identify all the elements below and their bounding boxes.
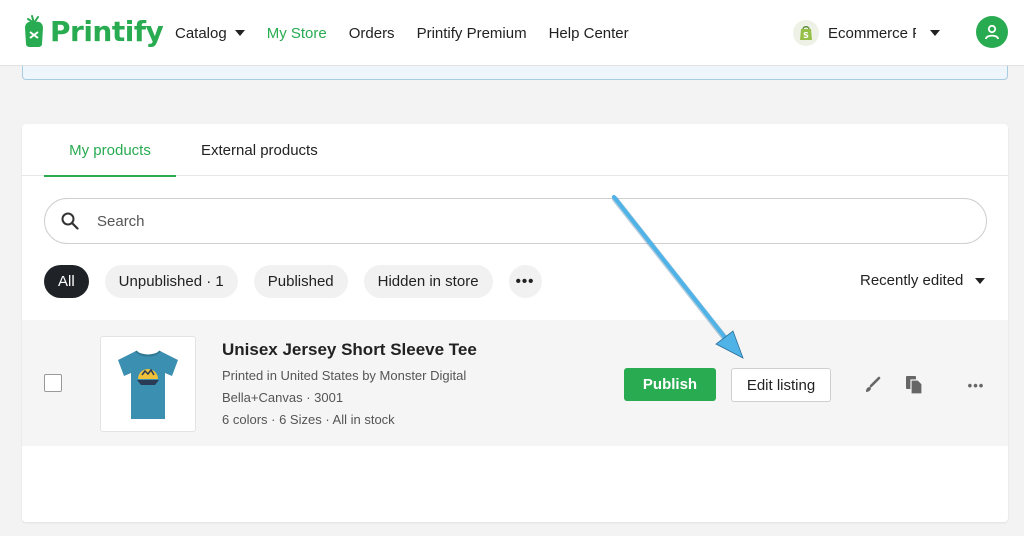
- product-thumbnail[interactable]: [100, 336, 196, 432]
- store-switcher[interactable]: S Ecommerce Platforms: [793, 20, 940, 46]
- filter-unpublished[interactable]: Unpublished · 1: [104, 265, 238, 298]
- nav-orders[interactable]: Orders: [349, 25, 395, 42]
- filter-published[interactable]: Published: [253, 265, 348, 298]
- tab-external-products[interactable]: External products: [201, 124, 318, 176]
- filter-chips: All Unpublished · 1 Published Hidden in …: [44, 265, 558, 298]
- copy-icon: [906, 376, 923, 395]
- nav-printify-premium[interactable]: Printify Premium: [417, 25, 527, 42]
- filter-all[interactable]: All: [44, 265, 89, 298]
- sort-dropdown[interactable]: Recently edited: [860, 272, 986, 289]
- search-bar[interactable]: [44, 198, 987, 244]
- product-tabs: My products External products: [22, 124, 1008, 177]
- tab-my-products[interactable]: My products: [44, 124, 176, 177]
- chevron-down-icon: [234, 30, 245, 36]
- info-banner: [22, 66, 1008, 80]
- brush-icon: [866, 376, 881, 392]
- user-icon: [985, 24, 999, 40]
- publish-button[interactable]: Publish: [624, 368, 716, 401]
- store-name: Ecommerce Platforms: [828, 24, 916, 42]
- edit-design-button[interactable]: [861, 374, 883, 396]
- product-variants: 6 colors · 6 Sizes · All in stock: [222, 412, 395, 427]
- top-navbar: Printify Catalog My Store Orders Printif…: [0, 0, 1024, 66]
- nav-catalog-label: Catalog: [175, 24, 227, 42]
- more-filters-button[interactable]: •••: [508, 265, 542, 298]
- sort-label: Recently edited: [860, 272, 964, 289]
- svg-text:S: S: [803, 31, 809, 40]
- tshirt-image: [118, 350, 178, 419]
- product-title[interactable]: Unisex Jersey Short Sleeve Tee: [222, 340, 477, 360]
- search-icon: [61, 212, 79, 230]
- product-row: Unisex Jersey Short Sleeve Tee Printed i…: [22, 320, 1008, 446]
- products-card: My products External products All Unpubl…: [22, 124, 1008, 522]
- logo-text: Printify: [50, 14, 164, 48]
- search-input[interactable]: [97, 212, 937, 230]
- filter-hidden-in-store[interactable]: Hidden in store: [363, 265, 493, 298]
- duplicate-button[interactable]: [903, 374, 925, 396]
- main-nav: Catalog My Store Orders Printify Premium…: [175, 0, 651, 66]
- chevron-down-icon: [930, 30, 940, 36]
- chevron-down-icon: [975, 277, 986, 284]
- product-provider: Printed in United States by Monster Digi…: [222, 368, 467, 383]
- edit-listing-button[interactable]: Edit listing: [731, 368, 831, 402]
- shopify-icon: S: [793, 20, 819, 46]
- printify-logo[interactable]: Printify: [22, 14, 164, 48]
- logo-mark-icon: [25, 15, 43, 47]
- product-model: Bella+Canvas · 3001: [222, 390, 344, 405]
- product-checkbox[interactable]: [44, 374, 62, 392]
- nav-my-store[interactable]: My Store: [267, 25, 327, 42]
- more-options-button[interactable]: •••: [964, 374, 988, 396]
- nav-catalog[interactable]: Catalog: [175, 25, 245, 42]
- user-avatar[interactable]: [976, 16, 1008, 48]
- nav-help-center[interactable]: Help Center: [549, 25, 629, 42]
